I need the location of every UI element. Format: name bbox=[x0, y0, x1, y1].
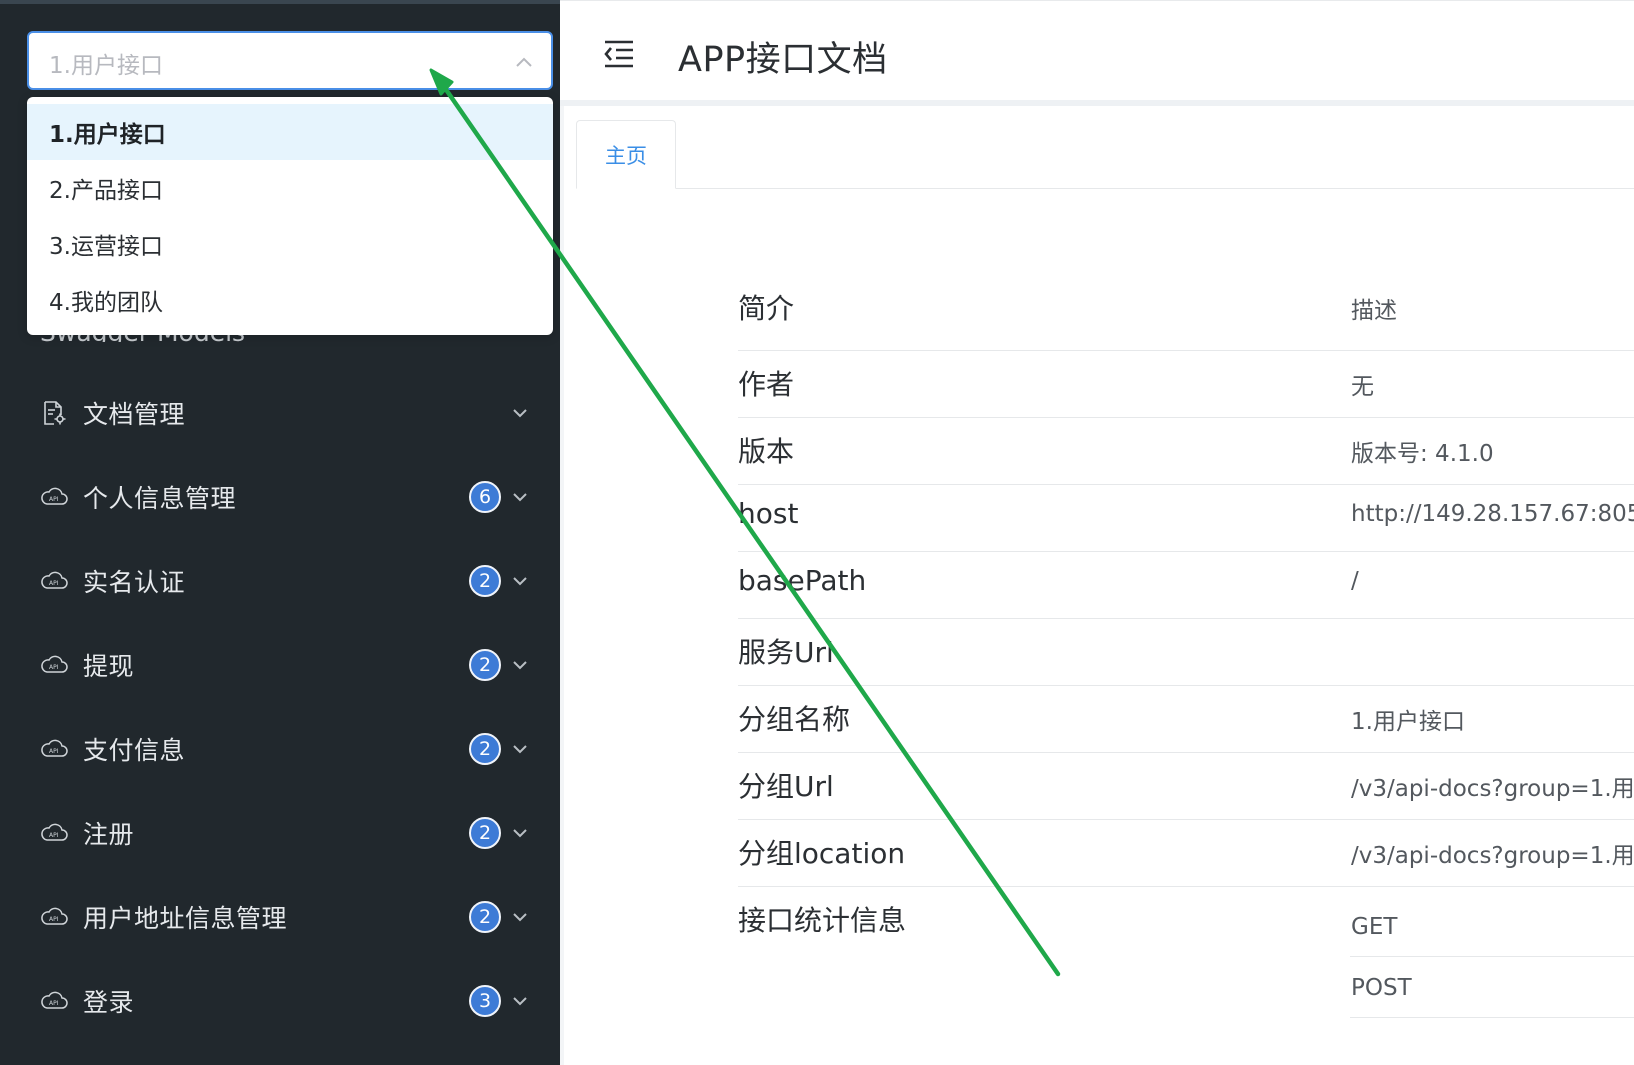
info-value: /v3/api-docs?group=1.用户 bbox=[1351, 776, 1634, 802]
group-select-dropdown: 1.用户接口 2.产品接口 3.运营接口 4.我的团队 bbox=[27, 97, 553, 335]
sidebar-top-strip bbox=[0, 0, 560, 4]
count-badge: 2 bbox=[469, 565, 501, 597]
info-key: 接口统计信息 bbox=[738, 904, 907, 937]
info-key: 分组location bbox=[738, 837, 906, 870]
api-cloud-icon: API bbox=[40, 651, 68, 679]
info-value: http://149.28.157.67:8058 bbox=[1351, 501, 1634, 527]
count-badge: 2 bbox=[469, 649, 501, 681]
info-row bbox=[738, 351, 1634, 418]
info-value: 描述 bbox=[1351, 298, 1397, 324]
count-badge: 6 bbox=[469, 481, 501, 513]
chevron-down-icon bbox=[508, 401, 532, 425]
sidebar-item-real-name-auth[interactable]: API 实名认证 2 bbox=[0, 539, 560, 623]
sidebar-item-register[interactable]: API 注册 2 bbox=[0, 791, 560, 875]
page-title: APP接口文档 bbox=[678, 40, 888, 80]
svg-text:API: API bbox=[49, 664, 59, 671]
sidebar-item-label: 支付信息 bbox=[83, 736, 186, 765]
group-select[interactable]: 1.用户接口 bbox=[27, 31, 553, 90]
svg-text:API: API bbox=[49, 916, 59, 923]
group-option[interactable]: 4.我的团队 bbox=[27, 272, 553, 328]
info-key: 分组名称 bbox=[738, 703, 851, 736]
info-value: /v3/api-docs?group=1.用户 bbox=[1351, 843, 1634, 869]
group-option[interactable]: 2.产品接口 bbox=[27, 160, 553, 216]
svg-text:API: API bbox=[49, 580, 59, 587]
info-value: / bbox=[1351, 568, 1359, 594]
group-option[interactable]: 1.用户接口 bbox=[27, 104, 553, 160]
sidebar-item-label: 登录 bbox=[83, 988, 135, 1017]
info-row bbox=[738, 418, 1634, 485]
stat-method: POST bbox=[1351, 975, 1412, 1001]
sidebar-item-label: 实名认证 bbox=[83, 568, 186, 597]
svg-text:API: API bbox=[49, 832, 59, 839]
info-row bbox=[738, 686, 1634, 753]
tab-home[interactable]: 主页 bbox=[576, 120, 676, 189]
chevron-down-icon bbox=[508, 905, 532, 929]
sidebar-item-personal-info[interactable]: API 个人信息管理 6 bbox=[0, 455, 560, 539]
chevron-down-icon bbox=[508, 653, 532, 677]
chevron-down-icon bbox=[508, 485, 532, 509]
tab-bar-line bbox=[576, 188, 1634, 189]
stat-divider bbox=[1350, 1017, 1634, 1018]
api-cloud-icon: API bbox=[40, 567, 68, 595]
api-cloud-icon: API bbox=[40, 483, 68, 511]
sidebar-item-doc-management[interactable]: 文档管理 bbox=[0, 371, 560, 455]
sidebar-item-user-address[interactable]: API 用户地址信息管理 2 bbox=[0, 875, 560, 959]
info-value: 无 bbox=[1351, 374, 1374, 400]
api-cloud-icon: API bbox=[40, 735, 68, 763]
chevron-down-icon bbox=[508, 989, 532, 1013]
sidebar-item-label: 个人信息管理 bbox=[83, 484, 237, 513]
group-select-value: 1.用户接口 bbox=[49, 53, 163, 79]
api-cloud-icon: API bbox=[40, 819, 68, 847]
sidebar-item-withdraw[interactable]: API 提现 2 bbox=[0, 623, 560, 707]
svg-text:API: API bbox=[49, 748, 59, 755]
api-cloud-icon: API bbox=[40, 987, 68, 1015]
info-row bbox=[738, 619, 1634, 686]
sidebar-item-label: 用户地址信息管理 bbox=[83, 904, 288, 933]
menu-fold-icon[interactable] bbox=[602, 39, 636, 69]
info-value: 版本号: 4.1.0 bbox=[1351, 441, 1494, 467]
content-gutter bbox=[560, 106, 564, 1065]
chevron-down-icon bbox=[508, 569, 532, 593]
sidebar-item-payment-info[interactable]: API 支付信息 2 bbox=[0, 707, 560, 791]
stat-method: GET bbox=[1351, 914, 1398, 940]
sidebar-item-label: 注册 bbox=[83, 820, 135, 849]
count-badge: 2 bbox=[469, 817, 501, 849]
sidebar-item-label: 文档管理 bbox=[83, 400, 186, 429]
info-row bbox=[738, 248, 1634, 351]
api-cloud-icon: API bbox=[40, 903, 68, 931]
info-key: 作者 bbox=[738, 368, 795, 401]
info-row bbox=[738, 552, 1634, 619]
chevron-down-icon bbox=[508, 737, 532, 761]
info-key: 简介 bbox=[738, 292, 795, 325]
count-badge: 2 bbox=[469, 733, 501, 765]
stat-divider bbox=[1350, 956, 1634, 957]
svg-text:API: API bbox=[49, 1000, 59, 1007]
sidebar-item-login[interactable]: API 登录 3 bbox=[0, 959, 560, 1043]
info-key: host bbox=[738, 497, 799, 530]
count-badge: 3 bbox=[469, 985, 501, 1017]
chevron-down-icon bbox=[508, 821, 532, 845]
info-key: 服务Url bbox=[738, 636, 834, 669]
sidebar-item-label: 提现 bbox=[83, 652, 135, 681]
count-badge: 2 bbox=[469, 901, 501, 933]
info-key: 分组Url bbox=[738, 770, 834, 803]
group-option[interactable]: 3.运营接口 bbox=[27, 216, 553, 272]
sidebar: Swagger Models 文档管理 API 个人信息管理 6 bbox=[0, 0, 560, 1065]
document-settings-icon bbox=[40, 399, 68, 427]
info-key: basePath bbox=[738, 564, 867, 597]
chevron-up-icon bbox=[513, 51, 535, 73]
svg-text:API: API bbox=[49, 496, 59, 503]
info-value: 1.用户接口 bbox=[1351, 709, 1465, 735]
info-key: 版本 bbox=[738, 435, 795, 468]
